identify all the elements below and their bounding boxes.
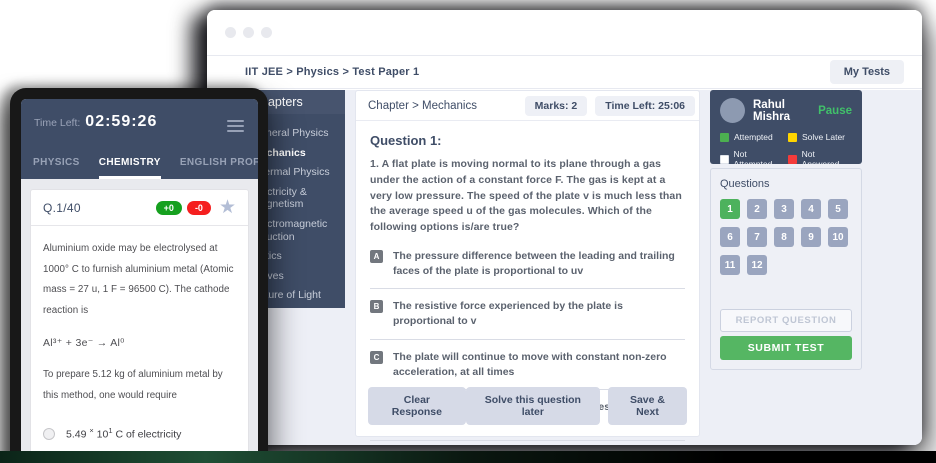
option-letter-badge: C — [370, 351, 383, 364]
question-number-2[interactable]: 2 — [747, 199, 767, 219]
question-number-10[interactable]: 10 — [828, 227, 848, 247]
legend-not-answered: Not Answered — [788, 149, 852, 169]
question-number-1[interactable]: 1 — [720, 199, 740, 219]
clear-response-button[interactable]: Clear Response — [368, 387, 466, 425]
radio-icon[interactable] — [43, 428, 55, 440]
question-number-9[interactable]: 9 — [801, 227, 821, 247]
menu-icon[interactable] — [227, 117, 244, 135]
time-left-value: 02:59:26 — [85, 113, 157, 131]
bottom-edge-shadow — [0, 451, 936, 463]
option-text: The plate will continue to move with con… — [383, 350, 685, 380]
question-number-7[interactable]: 7 — [747, 227, 767, 247]
question-number-11[interactable]: 11 — [720, 255, 740, 275]
phone-mockup: Time Left: 02:59:26 PHYSICS CHEMISTRY ENGL… — [10, 88, 268, 463]
option-text: The resistive force experienced by the p… — [383, 299, 685, 329]
question-number-4[interactable]: 4 — [801, 199, 821, 219]
question-number-12[interactable]: 12 — [747, 255, 767, 275]
option-row-b[interactable]: BThe resistive force experienced by the … — [370, 299, 685, 329]
question-number: 1. — [370, 158, 379, 170]
mobile-question-text: Aluminium oxide may be electrolysed at 1… — [43, 239, 236, 321]
time-left-label: Time Left: — [34, 117, 80, 129]
question-card: Chapter > Mechanics Marks: 2 Time Left: … — [355, 90, 700, 437]
my-tests-button[interactable]: My Tests — [830, 60, 904, 84]
pause-button[interactable]: Pause — [818, 105, 852, 117]
legend-swatch — [788, 133, 797, 142]
phone-screen: Time Left: 02:59:26 PHYSICS CHEMISTRY ENGL… — [21, 99, 258, 463]
option-row-c[interactable]: CThe plate will continue to move with co… — [370, 350, 685, 380]
mobile-question-text2: To prepare 5.12 kg of aluminium metal by… — [43, 365, 236, 406]
content-area: Chapters General PhysicsMechanicsThermal… — [207, 90, 922, 445]
legend-label: Solve Later — [802, 132, 845, 142]
bookmark-star-icon[interactable]: ★ — [219, 198, 236, 217]
question-counter: Q.1/40 — [43, 201, 151, 215]
questions-panel: Questions 123456789101112 REPORT QUESTIO… — [710, 168, 862, 370]
window-control-dot[interactable] — [243, 27, 254, 38]
question-title: Question 1: — [370, 133, 685, 148]
mobile-header: Time Left: 02:59:26 PHYSICS CHEMISTRY ENGL… — [21, 99, 258, 179]
save-next-button[interactable]: Save & Next — [608, 387, 687, 425]
legend-swatch — [720, 155, 729, 164]
question-number-6[interactable]: 6 — [720, 227, 740, 247]
option-letter-badge: B — [370, 300, 383, 313]
submit-test-button[interactable]: SUBMIT TEST — [720, 336, 852, 360]
browser-window: IIT JEE > Physics > Test Paper 1 My Test… — [207, 10, 922, 445]
solve-later-button[interactable]: Solve this question later — [466, 387, 600, 425]
report-question-button[interactable]: REPORT QUESTION — [720, 309, 852, 332]
divider — [370, 339, 685, 340]
user-card: Rahul Mishra Pause AttemptedSolve LaterN… — [710, 90, 862, 164]
question-number-grid: 123456789101112 — [720, 199, 852, 275]
question-number-5[interactable]: 5 — [828, 199, 848, 219]
negative-marks-badge: -0 — [187, 201, 211, 215]
user-name: Rahul Mishra — [753, 99, 818, 123]
mobile-option-text: 5.49 × 101 C of electricity — [66, 426, 181, 441]
divider — [370, 440, 685, 441]
legend-swatch — [788, 155, 797, 164]
question-number-8[interactable]: 8 — [774, 227, 794, 247]
question-number-3[interactable]: 3 — [774, 199, 794, 219]
divider — [370, 288, 685, 289]
avatar — [720, 98, 745, 123]
mobile-question-body: Aluminium oxide may be electrolysed at 1… — [31, 226, 248, 463]
tab-physics[interactable]: PHYSICS — [33, 157, 80, 179]
window-control-dot[interactable] — [261, 27, 272, 38]
cathode-reaction-formula: Al³⁺ + 3e⁻ → Al⁰ — [43, 337, 236, 349]
marks-chip: Marks: 2 — [525, 96, 588, 116]
mobile-option-row-1[interactable]: 5.49 × 101 C of electricity — [43, 426, 236, 441]
status-legend: Attempted Solve Later Not Attempted Not Ans… — [720, 132, 852, 169]
window-control-dot[interactable] — [225, 27, 236, 38]
question-footer: Clear Response Solve this question later… — [368, 387, 687, 425]
mobile-question-card: Q.1/40 +0 -0 ★ Aluminium oxide may be el… — [30, 189, 249, 463]
breadcrumb[interactable]: IIT JEE > Physics > Test Paper 1 — [245, 66, 419, 78]
option-text: The pressure difference between the lead… — [383, 249, 685, 279]
time-left-chip: Time Left: 25:06 — [595, 96, 695, 116]
option-letter-badge: A — [370, 250, 383, 263]
option-row-a[interactable]: AThe pressure difference between the lea… — [370, 249, 685, 279]
legend-label: Attempted — [734, 132, 773, 142]
legend-attempted: Attempted — [720, 132, 784, 142]
questions-panel-title: Questions — [720, 178, 852, 190]
legend-not-attempted: Not Attempted — [720, 149, 784, 169]
tab-english-proficiency[interactable]: ENGLISH PROFICIENCY — [180, 157, 258, 179]
question-card-header: Chapter > Mechanics Marks: 2 Time Left: … — [356, 91, 699, 121]
subject-tabs: PHYSICS CHEMISTRY ENGLISH PROFICIENCY — [21, 157, 258, 179]
legend-label: Not Attempted — [734, 149, 784, 169]
tab-chemistry[interactable]: CHEMISTRY — [99, 157, 161, 179]
legend-label: Not Answered — [802, 149, 852, 169]
screenshot-stage: IIT JEE > Physics > Test Paper 1 My Test… — [0, 0, 936, 463]
question-text: 1. A flat plate is moving normal to its … — [370, 157, 685, 236]
legend-swatch — [720, 133, 729, 142]
mobile-question-header: Q.1/40 +0 -0 ★ — [31, 190, 248, 226]
window-titlebar — [207, 10, 922, 56]
legend-solve-later: Solve Later — [788, 132, 852, 142]
positive-marks-badge: +0 — [156, 201, 182, 215]
top-nav: IIT JEE > Physics > Test Paper 1 My Test… — [207, 56, 922, 89]
chapter-header: Chapter > Mechanics — [368, 100, 517, 112]
